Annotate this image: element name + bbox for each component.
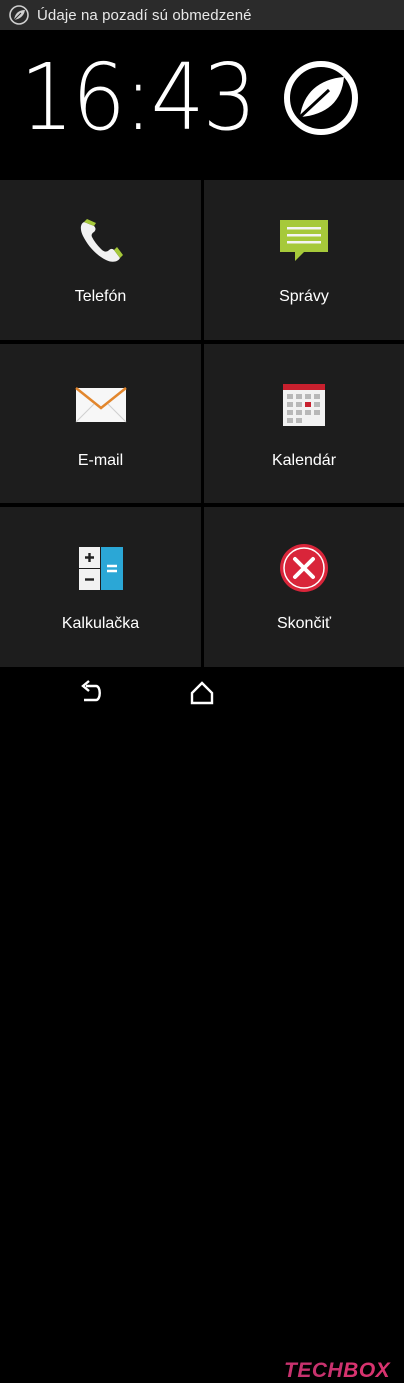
calendar-icon	[283, 384, 325, 426]
home-icon[interactable]	[188, 679, 216, 707]
status-bar: Údaje na pozadí sú obmedzené	[0, 0, 404, 30]
clock-area: 16:43	[0, 30, 404, 180]
clock-time: 16:43	[20, 44, 257, 151]
tile-label: Správy	[279, 288, 329, 305]
tile-label: E-mail	[77, 452, 124, 469]
tile-telefon[interactable]: Telefón	[0, 180, 201, 340]
app-grid: Telefón Správy E-mail Kalendár Kalkulačk…	[0, 180, 404, 667]
status-message: Údaje na pozadí sú obmedzené	[37, 6, 252, 24]
watermark-logo: TECHBOX	[284, 1359, 390, 1383]
calculator-icon	[78, 547, 123, 590]
phone-icon	[80, 219, 123, 262]
mail-icon	[74, 387, 127, 423]
leaf-logo-icon	[284, 61, 358, 135]
tile-label: Kalkulačka	[61, 615, 140, 632]
back-icon[interactable]	[76, 680, 104, 706]
leaf-icon	[9, 5, 29, 25]
watermark-part-b: BOX	[343, 1359, 391, 1382]
message-icon	[280, 220, 328, 261]
tile-skoncit[interactable]: Skončiť	[204, 507, 404, 667]
exit-icon	[280, 544, 328, 592]
tile-label: Kalendár	[271, 452, 337, 469]
tile-spravy[interactable]: Správy	[204, 180, 404, 340]
tile-kalendar[interactable]: Kalendár	[204, 344, 404, 503]
tile-label: Skončiť	[276, 615, 332, 632]
tile-kalkulacka[interactable]: Kalkulačka	[0, 507, 201, 667]
tile-email[interactable]: E-mail	[0, 344, 201, 503]
navigation-bar: TECHBOX	[0, 667, 404, 1382]
tile-label: Telefón	[74, 288, 127, 305]
watermark-part-a: TECH	[284, 1359, 344, 1382]
